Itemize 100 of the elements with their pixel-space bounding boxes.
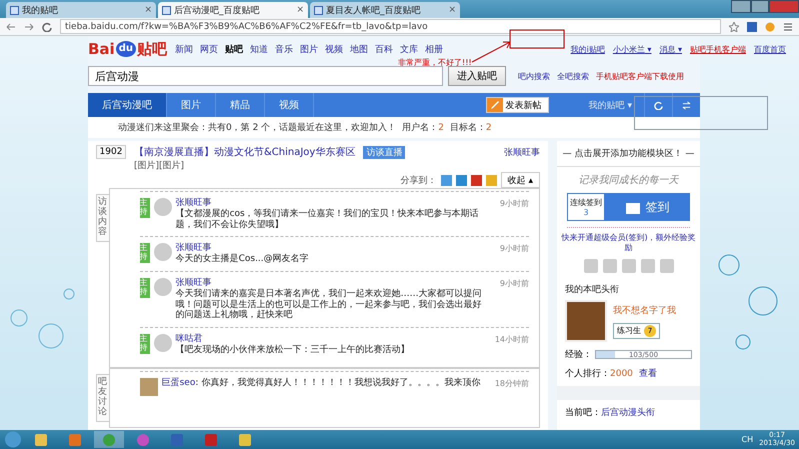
host-tag: 主持 bbox=[140, 198, 150, 218]
nav-link[interactable]: 知道 bbox=[250, 42, 268, 56]
share-icon[interactable] bbox=[456, 174, 467, 186]
photo-placeholder bbox=[565, 300, 607, 342]
share-label: 分享到： bbox=[400, 174, 437, 186]
comment-text: 今天的女主播是Cos...@网友名字 bbox=[176, 254, 310, 265]
exp-label: 经验： bbox=[565, 348, 592, 362]
nav-link[interactable]: 相册 bbox=[424, 42, 443, 56]
user-link[interactable]: 我的i贴吧 bbox=[570, 44, 605, 54]
forum-info: 动漫迷们来这里聚会：共有0，第 2 个，话题最近在这里，欢迎加入！ bbox=[118, 122, 396, 134]
search-field[interactable]: 后宫动漫 bbox=[88, 66, 443, 86]
comment-text: 巨蛋seo: 你真好，我觉得真好人！！！！！！！我想说我好了。。。。我来顶你 bbox=[162, 378, 482, 389]
reload-icon[interactable] bbox=[42, 22, 52, 32]
maximize-button[interactable] bbox=[751, 0, 769, 13]
section-heading: 我的本吧头衔 bbox=[564, 284, 620, 298]
host-tag: 主持 bbox=[140, 278, 150, 298]
new-post-button[interactable]: 发表新帖 bbox=[486, 97, 549, 113]
nav-link[interactable]: 图片 bbox=[300, 42, 318, 56]
start-button[interactable] bbox=[4, 431, 22, 448]
streak-counter: 连续签到 3 bbox=[567, 193, 605, 221]
thread-title[interactable]: 【南京漫展直播】动漫文化节&ChinaJoy华东赛区 bbox=[134, 145, 356, 159]
tool-icon[interactable] bbox=[640, 259, 654, 274]
nav-link[interactable]: 新闻 bbox=[174, 42, 193, 56]
interview-label: 访谈内容 bbox=[96, 194, 109, 242]
host-tag: 主持 bbox=[140, 243, 150, 263]
calendar-icon bbox=[626, 200, 640, 214]
tool-icon[interactable] bbox=[660, 259, 674, 274]
nav-link[interactable]: 文库 bbox=[400, 42, 418, 56]
user-name[interactable]: 张顺旺事 bbox=[176, 278, 485, 289]
tool-icon[interactable] bbox=[602, 259, 616, 274]
forum-tab[interactable]: 后宫动漫吧 bbox=[88, 93, 167, 117]
page-icon bbox=[314, 6, 323, 14]
annotation-text: 非常严重，不好了!!! bbox=[398, 59, 472, 67]
post-time: 9小时前 bbox=[498, 278, 529, 290]
close-button[interactable] bbox=[769, 0, 799, 13]
baidu-tieba-logo[interactable]: Bai du 贴吧 bbox=[88, 40, 167, 58]
nav-link[interactable]: 地图 bbox=[350, 42, 368, 56]
tool-icon[interactable] bbox=[622, 259, 636, 274]
ranking-text: 个人排行：2000 bbox=[565, 368, 633, 380]
user-link[interactable]: 贴吧手机客户端 bbox=[690, 44, 746, 54]
tab-close-icon[interactable]: × bbox=[296, 5, 304, 15]
forum-menu[interactable]: 我的贴吧 ▾ bbox=[548, 93, 644, 117]
user-nickname[interactable]: 我不想名字了我 bbox=[613, 304, 676, 317]
minimize-button[interactable] bbox=[731, 0, 751, 13]
post-time: 14小时前 bbox=[494, 334, 529, 346]
browser-tab[interactable]: 后宫动漫吧_百度贴吧 × bbox=[158, 2, 308, 18]
comment-text: 今天我们请来的嘉宾是日本著名声优，我们一起来欢迎她……大家都可以提问哦！问题可以是生活上的也可以是工作上的，一起来参与吧，我们会选出最好的问题送上礼物哦，赶快来吧 bbox=[176, 288, 483, 322]
menu-icon[interactable] bbox=[783, 22, 793, 32]
avatar bbox=[140, 378, 158, 396]
discussion-label: 吧友讨论 bbox=[96, 374, 109, 422]
user-name[interactable]: 张顺旺事 bbox=[176, 198, 485, 209]
search-link[interactable]: 吧内搜索 bbox=[518, 70, 550, 82]
pen-icon bbox=[486, 98, 503, 112]
water-splash-drawing bbox=[10, 288, 76, 350]
search-link[interactable]: 全吧搜索 bbox=[557, 70, 589, 82]
search-link[interactable]: 手机贴吧客户端下载使用 bbox=[596, 70, 684, 82]
promo-link[interactable]: 快来开通超级会员(签到)，额外经验奖励 bbox=[557, 228, 700, 256]
page-icon bbox=[162, 6, 171, 14]
language-indicator[interactable]: CH bbox=[741, 435, 754, 444]
post-time: 18分钟前 bbox=[494, 378, 529, 390]
user-link[interactable]: 小小米兰 ▾ bbox=[612, 44, 652, 54]
nav-link[interactable]: 音乐 bbox=[274, 42, 293, 56]
user-name[interactable]: 张顺旺事 bbox=[176, 243, 485, 254]
user-name[interactable]: 咪咕君 bbox=[176, 334, 485, 345]
tab-close-icon[interactable]: × bbox=[144, 5, 152, 15]
post-time: 9小时前 bbox=[498, 198, 529, 210]
address-field[interactable]: tieba.baidu.com/f?kw=%BA%F3%B9%AC%B6%AF%C2%FE&fr=tb_lavo&tp=lavo bbox=[60, 19, 721, 34]
avatar bbox=[154, 334, 172, 352]
user-link[interactable]: 消息 ▾ bbox=[659, 44, 682, 54]
nav-link[interactable]: 贴吧 bbox=[224, 42, 243, 56]
browser-tab[interactable]: 我的贴吧 × bbox=[6, 2, 156, 18]
avatar bbox=[154, 243, 172, 262]
thread-author[interactable]: 张顺旺事 bbox=[504, 146, 540, 158]
share-icon[interactable] bbox=[440, 174, 452, 186]
avatar bbox=[154, 198, 172, 216]
tab-close-icon[interactable]: × bbox=[448, 5, 456, 15]
taskbar-app-icon[interactable] bbox=[94, 431, 124, 448]
nav-link[interactable]: 百科 bbox=[374, 42, 393, 56]
user-link[interactable]: 百度首页 bbox=[754, 44, 786, 54]
post-time: 9小时前 bbox=[498, 243, 529, 256]
star-icon[interactable] bbox=[729, 22, 739, 32]
view-link[interactable]: 查看 bbox=[638, 367, 657, 380]
current-forum-text: 当前吧：后宫动漫头衔 bbox=[565, 406, 655, 420]
browser-tab[interactable]: 夏目友人帐吧_百度贴吧 × bbox=[310, 2, 460, 18]
page-icon bbox=[10, 6, 19, 14]
host-tag: 主持 bbox=[140, 334, 150, 354]
back-forward-icon[interactable] bbox=[6, 22, 34, 32]
member-count: 用户名：2 bbox=[402, 122, 444, 134]
comment-text: 【吧友现场的小伙伴来放松一下：三千一上午的比赛活动】 bbox=[176, 344, 411, 356]
collapse-button[interactable]: 收起 ▴ bbox=[500, 172, 540, 188]
attachment-text: [图片][图片] bbox=[134, 160, 184, 172]
nav-link[interactable]: 网页 bbox=[200, 42, 218, 56]
post-count: 目标名：2 bbox=[450, 122, 492, 134]
comment-text: 【文都漫展的cos，等我们请来一位嘉宾！我们的宝贝！快来本吧参与本期话题，我们不会让你失望哦】 bbox=[176, 208, 480, 230]
enter-forum-button[interactable]: 进入贴吧 bbox=[448, 66, 506, 86]
nav-link[interactable]: 视频 bbox=[324, 42, 343, 56]
live-badge: 访谈直播 bbox=[363, 146, 406, 158]
sign-in-button[interactable]: 签到 bbox=[605, 193, 690, 221]
tool-icon[interactable] bbox=[584, 259, 598, 274]
share-icon[interactable] bbox=[470, 174, 482, 186]
